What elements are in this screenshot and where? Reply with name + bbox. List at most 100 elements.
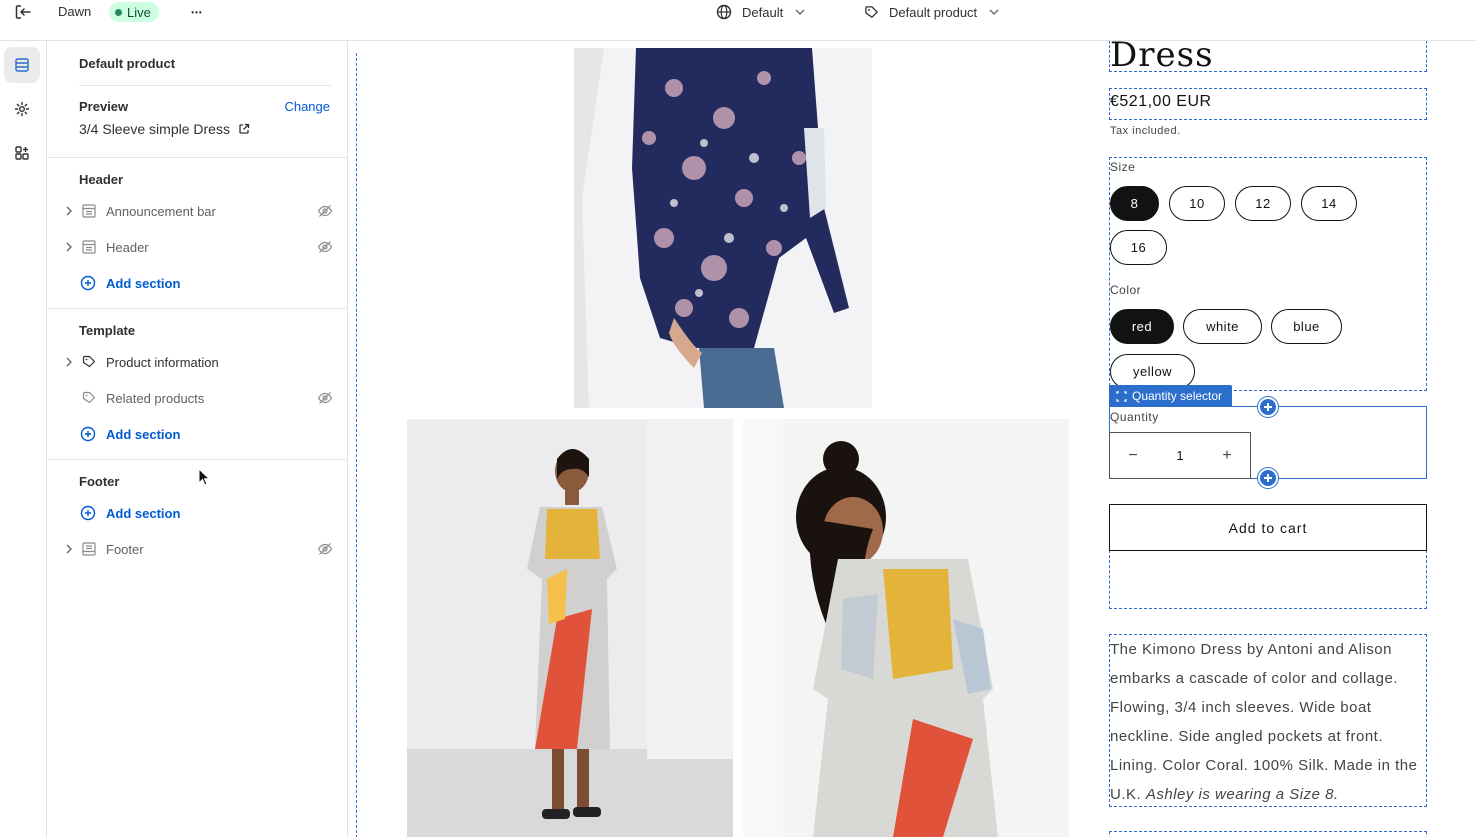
- product-photo: [407, 419, 733, 837]
- eye-hidden-icon[interactable]: [316, 238, 334, 256]
- section-product-information[interactable]: Product information: [62, 348, 334, 376]
- color-option-blue[interactable]: blue: [1271, 309, 1342, 344]
- tax-note: Tax included.: [1110, 125, 1181, 137]
- plus-icon: [1264, 474, 1272, 482]
- plus-circle-icon: [80, 426, 96, 442]
- chevron-down-icon: [989, 9, 999, 15]
- template-add-section-button[interactable]: Add section: [80, 424, 180, 444]
- plus-circle-icon: [80, 275, 96, 291]
- media-gallery-outline: [356, 53, 357, 837]
- size-option-8[interactable]: 8: [1110, 186, 1159, 221]
- exit-button[interactable]: [12, 3, 34, 21]
- section-related-products[interactable]: Related products: [62, 384, 334, 412]
- exit-icon: [15, 5, 31, 19]
- add-section-label: Add section: [106, 275, 181, 291]
- divider: [48, 157, 348, 158]
- product-photo: [743, 419, 1069, 837]
- theme-settings-nav-button[interactable]: [4, 91, 40, 127]
- color-option-white[interactable]: white: [1183, 309, 1262, 344]
- tag-icon: [80, 353, 98, 371]
- add-section-label: Add section: [106, 426, 181, 442]
- size-option-16[interactable]: 16: [1110, 230, 1167, 265]
- locale-selector-label: Default: [742, 4, 784, 20]
- product-image-model-standing[interactable]: [407, 419, 733, 837]
- theme-name: Dawn: [58, 4, 92, 19]
- sections-icon: [15, 58, 29, 72]
- size-label: Size: [1110, 160, 1136, 174]
- tag-icon: [865, 5, 878, 18]
- sidebar-title: Default product: [79, 56, 176, 71]
- quantity-decrease-button[interactable]: −: [1110, 433, 1156, 478]
- color-option-red[interactable]: red: [1110, 309, 1174, 344]
- chevron-right-icon[interactable]: [62, 240, 76, 254]
- chevron-right-icon[interactable]: [62, 542, 76, 556]
- add-section-label: Add section: [106, 505, 181, 521]
- size-option-12[interactable]: 12: [1235, 186, 1291, 221]
- preview-product-link[interactable]: 3/4 Sleeve simple Dress: [79, 121, 250, 137]
- quantity-selector-tag[interactable]: Quantity selector: [1109, 385, 1233, 407]
- apps-icon: [15, 146, 29, 160]
- color-label: Color: [1110, 283, 1142, 297]
- add-block-below-button[interactable]: [1258, 468, 1278, 488]
- add-block-above-button[interactable]: [1258, 397, 1278, 417]
- preview-product-name: 3/4 Sleeve simple Dress: [79, 121, 230, 137]
- footer-group-title: Footer: [79, 474, 120, 489]
- sections-sidebar: Default product Preview Change 3/4 Sleev…: [48, 41, 348, 837]
- chevron-down-icon: [795, 9, 805, 15]
- section-label: Footer: [106, 541, 144, 557]
- chevron-right-icon[interactable]: [62, 355, 76, 369]
- section-announcement-bar[interactable]: Announcement bar: [62, 197, 334, 225]
- eye-hidden-icon[interactable]: [316, 540, 334, 558]
- quantity-input[interactable]: 1: [1156, 448, 1204, 463]
- product-image-model-looking-down[interactable]: [743, 419, 1069, 837]
- gear-icon: [14, 101, 30, 117]
- mouse-cursor-icon: [198, 468, 210, 486]
- quantity-increase-button[interactable]: +: [1204, 433, 1250, 478]
- size-option-10[interactable]: 10: [1169, 186, 1225, 221]
- divider: [48, 308, 348, 309]
- section-layout-icon: [80, 202, 98, 220]
- product-title: Dress: [1110, 41, 1214, 75]
- preview-label: Preview: [79, 99, 129, 114]
- section-label: Product information: [106, 354, 219, 370]
- section-layout-icon: [80, 540, 98, 558]
- change-preview-link[interactable]: Change: [284, 99, 330, 114]
- chevron-right-icon[interactable]: [62, 204, 76, 218]
- template-selector[interactable]: Default product: [864, 3, 999, 21]
- plus-circle-icon: [80, 505, 96, 521]
- section-label: Related products: [106, 390, 205, 406]
- quantity-selector-tag-label: Quantity selector: [1132, 389, 1223, 403]
- section-label: Header: [106, 239, 149, 255]
- eye-hidden-icon[interactable]: [316, 202, 334, 220]
- size-option-14[interactable]: 14: [1301, 186, 1357, 221]
- external-link-icon: [239, 123, 250, 134]
- apps-nav-button[interactable]: [4, 135, 40, 171]
- eye-hidden-icon[interactable]: [316, 389, 334, 407]
- next-block-outline: [1109, 831, 1427, 837]
- product-photo: [574, 48, 872, 408]
- live-status-badge: Live: [109, 2, 159, 22]
- more-actions-button[interactable]: •••: [186, 2, 208, 22]
- header-add-section-button[interactable]: Add section: [80, 273, 180, 293]
- storefront-preview: Dress €521,00 EUR Tax included. Size 8 1…: [348, 41, 1476, 837]
- product-description: The Kimono Dress by Antoni and Alison em…: [1110, 635, 1426, 809]
- section-header[interactable]: Header: [62, 233, 334, 261]
- globe-icon: [716, 4, 732, 20]
- tag-icon: [80, 389, 98, 407]
- template-selector-label: Default product: [889, 4, 978, 20]
- section-footer[interactable]: Footer: [62, 535, 334, 563]
- add-to-cart-button[interactable]: Add to cart: [1109, 504, 1427, 551]
- product-price: €521,00 EUR: [1110, 93, 1212, 110]
- description-text: The Kimono Dress by Antoni and Alison em…: [1110, 641, 1418, 803]
- description-italic-note: Ashley is wearing a Size 8.: [1145, 786, 1339, 803]
- section-layout-icon: [80, 238, 98, 256]
- locale-selector[interactable]: Default: [716, 3, 805, 21]
- sections-nav-button[interactable]: [4, 47, 40, 83]
- product-image-kimono-closeup[interactable]: [574, 48, 872, 408]
- quantity-stepper: − 1 +: [1109, 432, 1251, 479]
- color-option-yellow[interactable]: yellow: [1110, 354, 1195, 389]
- template-group-title: Template: [79, 323, 136, 338]
- header-group-title: Header: [79, 172, 124, 187]
- footer-add-section-button[interactable]: Add section: [80, 503, 180, 523]
- quantity-label: Quantity: [1110, 410, 1159, 424]
